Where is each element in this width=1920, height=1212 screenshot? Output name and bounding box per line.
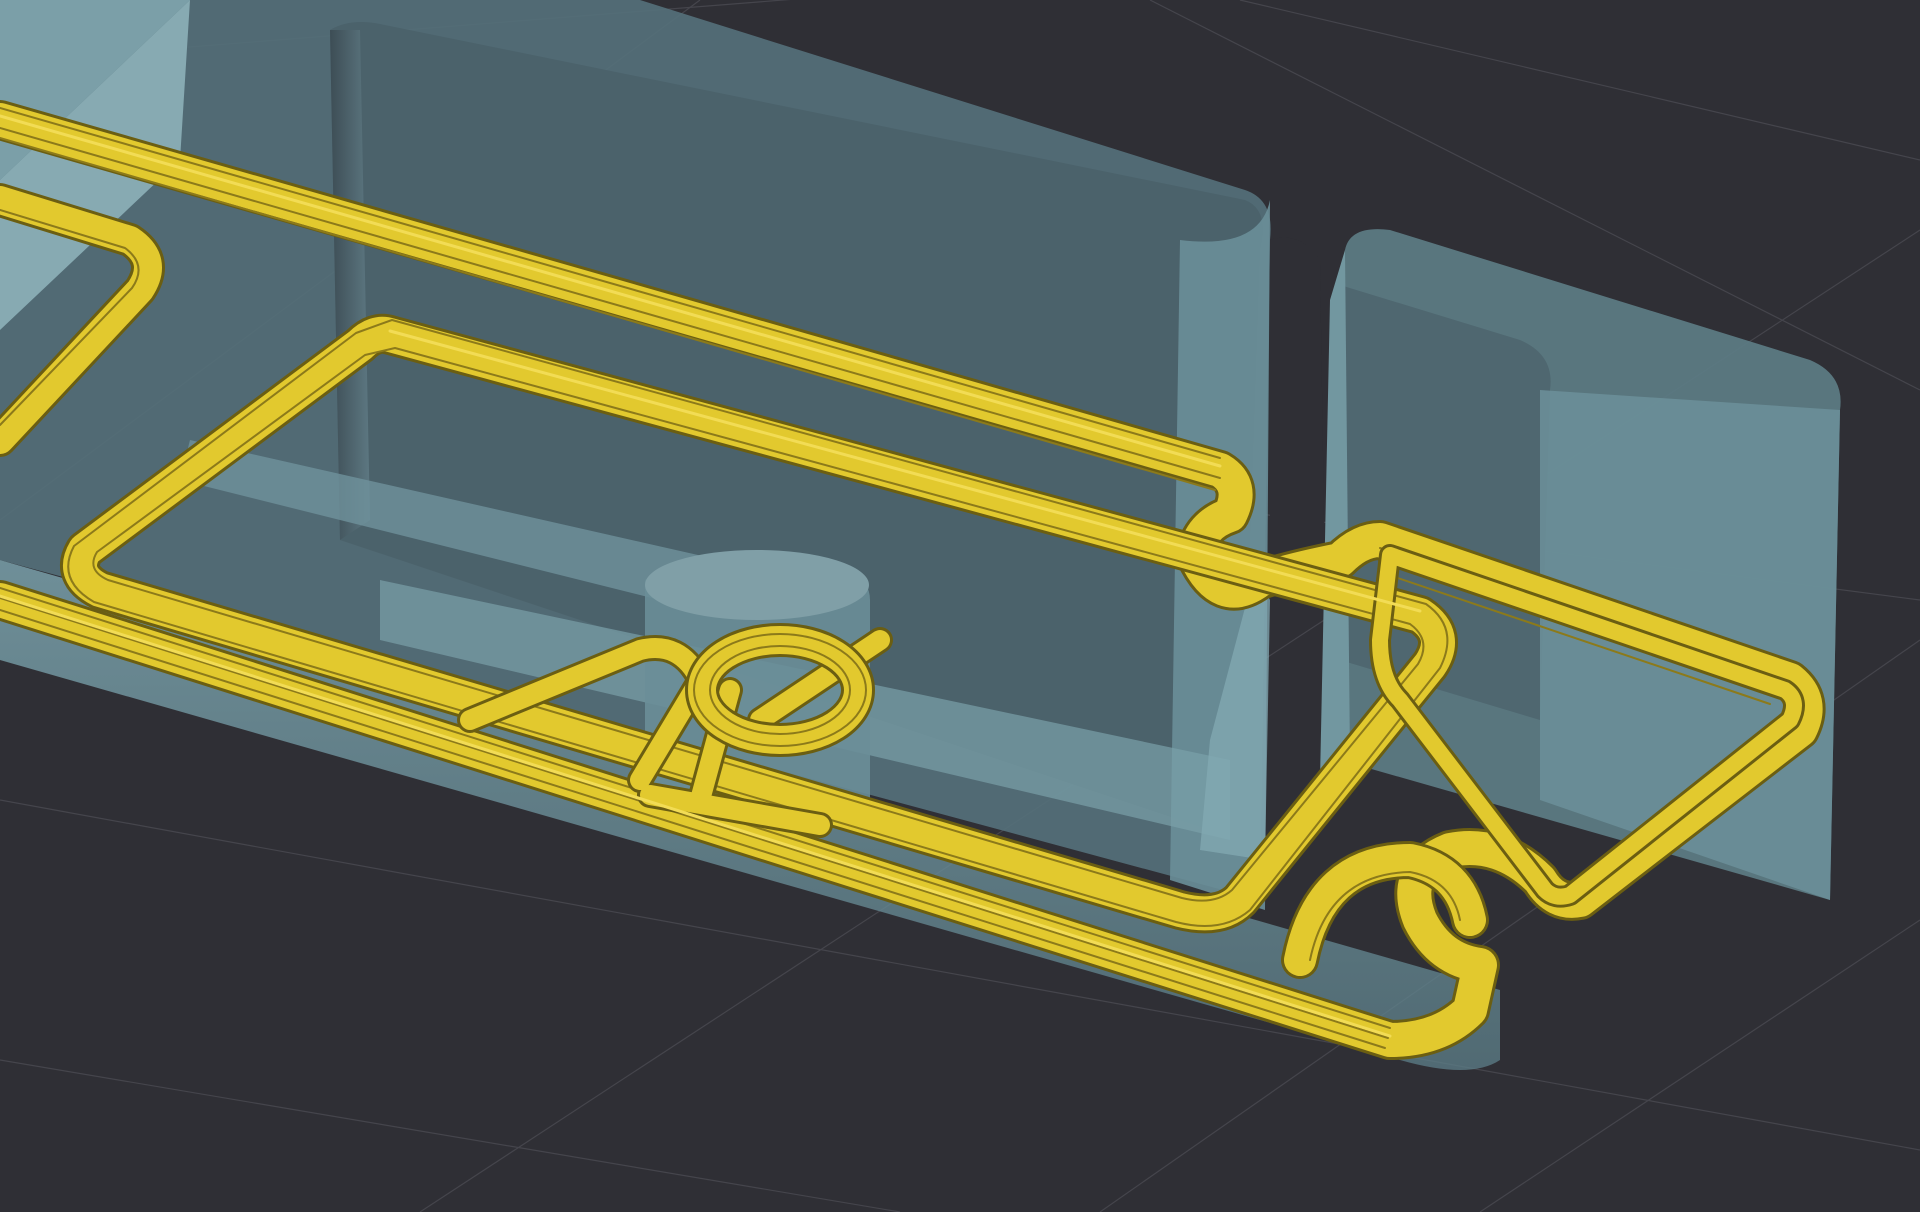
3d-preview-viewport[interactable] [0, 0, 1920, 1212]
right-block-face [1320, 250, 1350, 780]
viewport-canvas[interactable] [0, 0, 1920, 1212]
slot-gap [1270, 237, 1325, 598]
